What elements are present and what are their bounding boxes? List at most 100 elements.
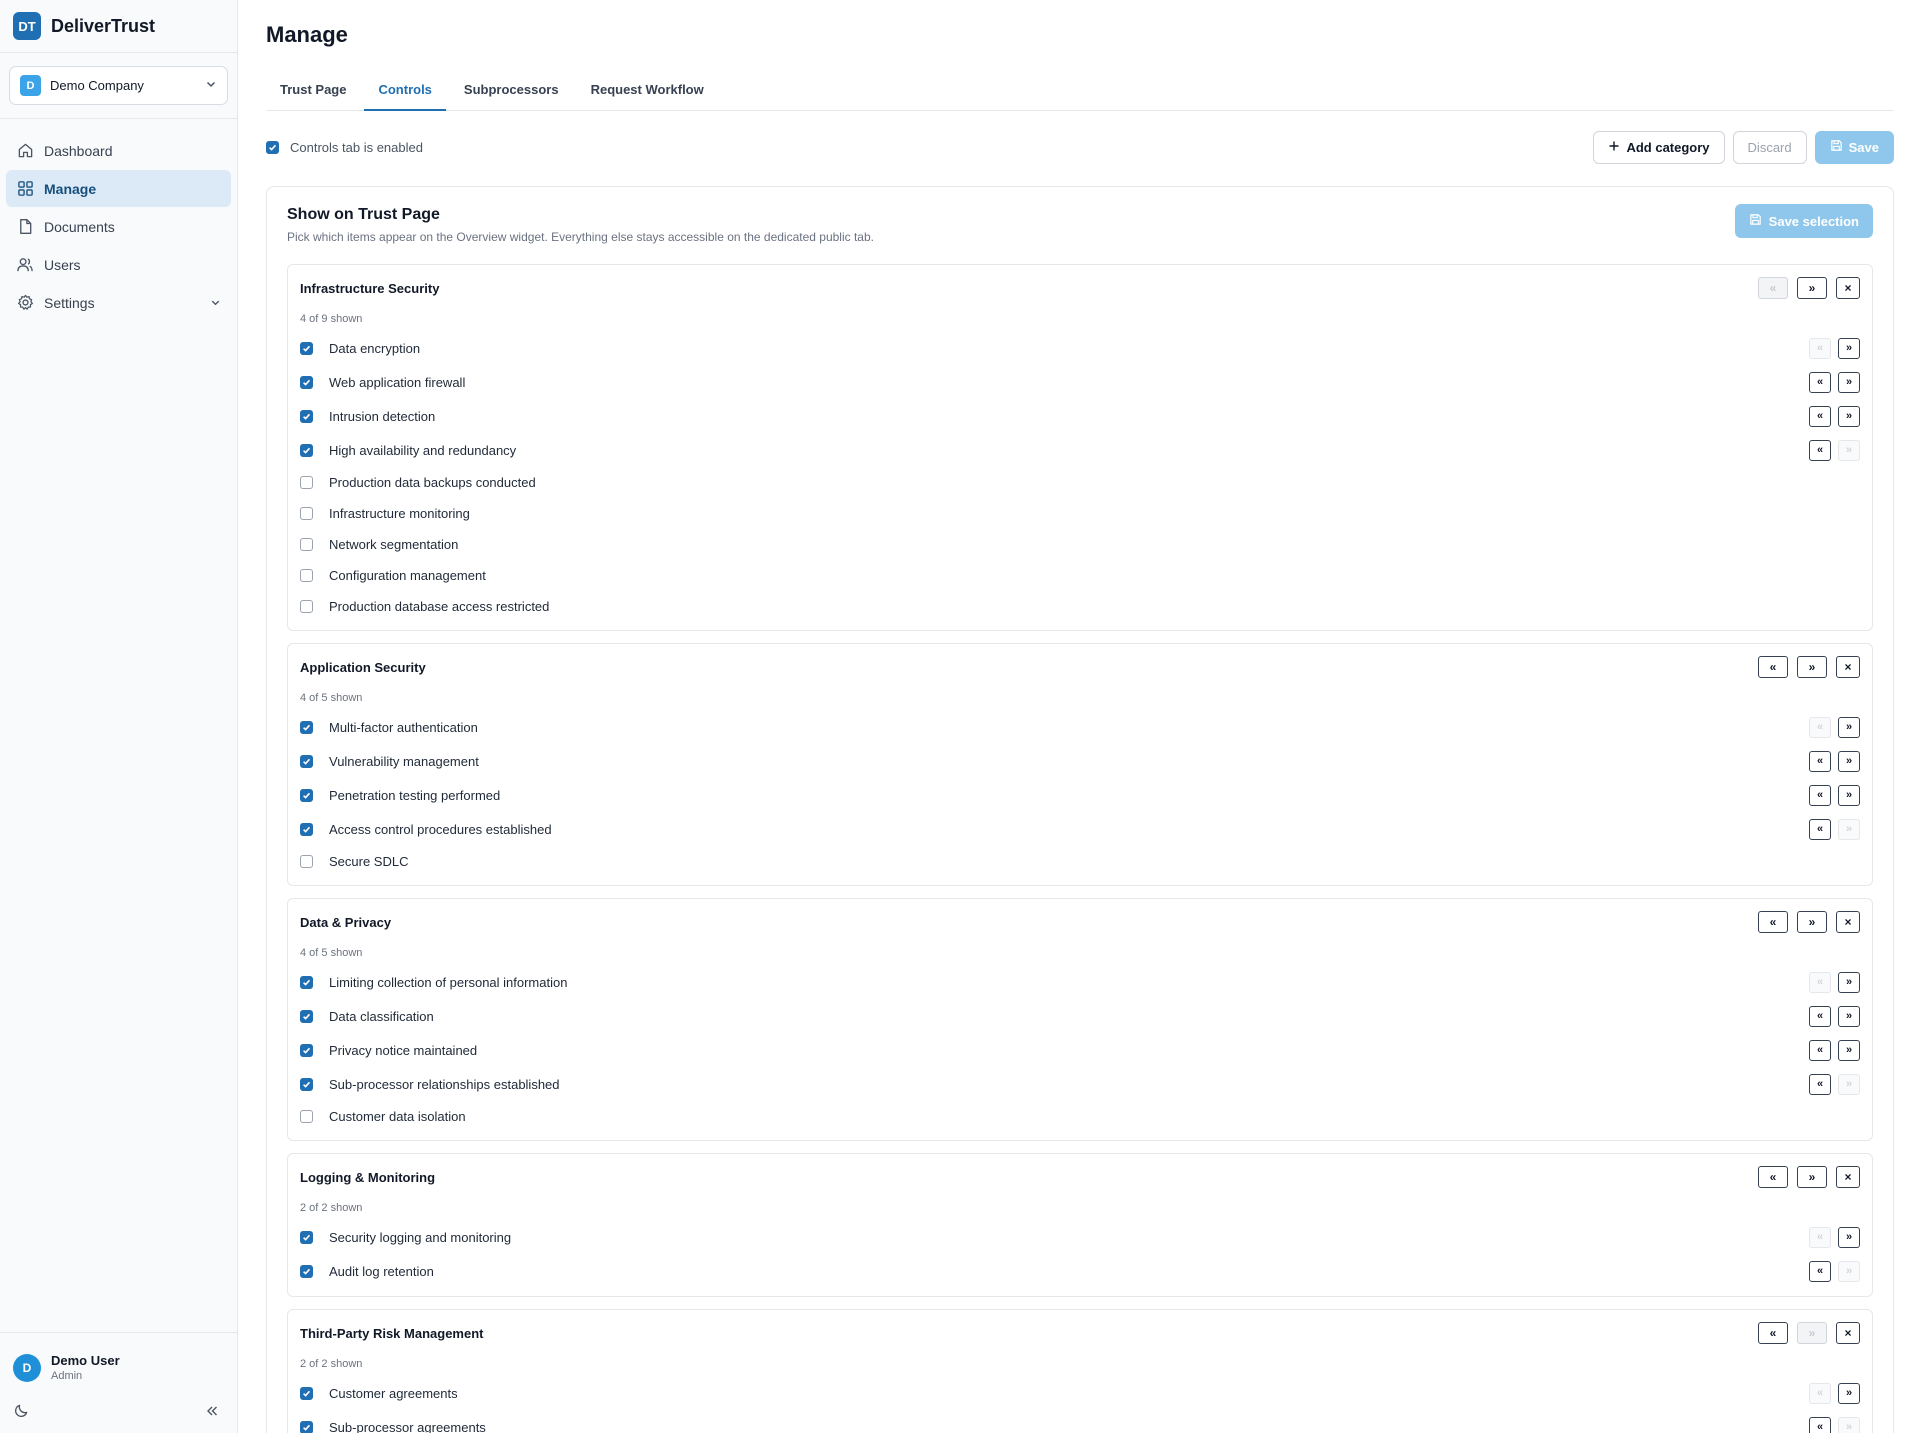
brand[interactable]: DT DeliverTrust (0, 0, 237, 53)
move-item-up-button[interactable]: « (1809, 405, 1831, 427)
move-item-down-button[interactable]: » (1838, 716, 1860, 738)
control-item-checkbox[interactable] (300, 1043, 313, 1057)
collapse-sidebar-icon[interactable] (205, 1404, 219, 1423)
moon-icon[interactable] (14, 1403, 29, 1423)
sidebar-item-settings[interactable]: Settings (6, 284, 231, 321)
user-profile[interactable]: D Demo User Admin (0, 1332, 237, 1382)
item-actions: «» (1809, 1416, 1860, 1433)
item-actions: «» (1809, 971, 1860, 993)
move-item-up-button[interactable]: « (1809, 716, 1831, 738)
control-item-checkbox[interactable] (300, 538, 313, 551)
move-item-down-button[interactable]: » (1838, 439, 1860, 461)
control-item-checkbox[interactable] (300, 1386, 313, 1400)
save-selection-button[interactable]: Save selection (1734, 204, 1873, 238)
move-item-down-button[interactable]: » (1838, 1226, 1860, 1248)
control-item-checkbox[interactable] (300, 788, 313, 802)
move-item-up-button[interactable]: « (1809, 439, 1831, 461)
move-item-down-button[interactable]: » (1838, 1382, 1860, 1404)
control-item-checkbox[interactable] (300, 375, 313, 389)
move-item-down-button[interactable]: » (1838, 750, 1860, 772)
sidebar-item-documents[interactable]: Documents (6, 208, 231, 245)
move-item-up-button[interactable]: « (1809, 818, 1831, 840)
remove-category-button[interactable]: × (1836, 1322, 1860, 1344)
add-category-button[interactable]: Add category (1593, 130, 1725, 164)
move-item-up-button[interactable]: « (1809, 1005, 1831, 1027)
control-item-checkbox[interactable] (300, 507, 313, 520)
move-item-up-button[interactable]: « (1809, 1226, 1831, 1248)
move-item-up-button[interactable]: « (1809, 750, 1831, 772)
control-item-row: Infrastructure monitoring (300, 498, 1860, 529)
remove-category-button[interactable]: × (1836, 1166, 1860, 1188)
move-item-down-button[interactable]: » (1838, 371, 1860, 393)
move-item-up-button[interactable]: « (1809, 1382, 1831, 1404)
remove-category-button[interactable]: × (1836, 277, 1860, 299)
move-item-up-button[interactable]: « (1809, 1039, 1831, 1061)
move-category-up-button[interactable]: « (1758, 656, 1788, 678)
move-category-down-button[interactable]: » (1797, 277, 1827, 299)
item-actions: «» (1809, 1382, 1860, 1404)
category-title: Infrastructure Security (300, 280, 440, 296)
item-actions: «» (1809, 439, 1860, 461)
move-item-down-button[interactable]: » (1838, 818, 1860, 840)
sidebar-item-users[interactable]: Users (6, 246, 231, 283)
sidebar-item-dashboard[interactable]: Dashboard (6, 132, 231, 169)
move-item-down-button[interactable]: » (1838, 784, 1860, 806)
tab-controls[interactable]: Controls (364, 72, 446, 111)
move-item-down-button[interactable]: » (1838, 1416, 1860, 1433)
control-item-checkbox[interactable] (300, 476, 313, 489)
control-item-checkbox[interactable] (300, 1264, 313, 1278)
control-item-checkbox[interactable] (300, 975, 313, 989)
tab-trust-page[interactable]: Trust Page (266, 72, 360, 111)
move-item-down-button[interactable]: » (1838, 1260, 1860, 1282)
control-item-checkbox[interactable] (300, 1110, 313, 1123)
control-item-checkbox[interactable] (300, 1420, 313, 1433)
move-category-down-button[interactable]: » (1797, 656, 1827, 678)
category-card-padding (300, 1132, 1860, 1140)
control-item-checkbox[interactable] (300, 855, 313, 868)
move-item-up-button[interactable]: « (1809, 1416, 1831, 1433)
control-item-checkbox[interactable] (300, 569, 313, 582)
company-selector[interactable]: D Demo Company (9, 66, 228, 105)
move-category-down-button[interactable]: » (1797, 911, 1827, 933)
control-item-checkbox[interactable] (300, 822, 313, 836)
move-category-up-button[interactable]: « (1758, 277, 1788, 299)
move-category-down-button[interactable]: » (1797, 1166, 1827, 1188)
tab-request-workflow[interactable]: Request Workflow (577, 72, 718, 111)
control-item-checkbox[interactable] (300, 341, 313, 355)
move-category-up-button[interactable]: « (1758, 1166, 1788, 1188)
control-item-checkbox[interactable] (300, 1009, 313, 1023)
remove-category-button[interactable]: × (1836, 911, 1860, 933)
move-item-up-button[interactable]: « (1809, 971, 1831, 993)
move-category-up-button[interactable]: « (1758, 1322, 1788, 1344)
discard-button[interactable]: Discard (1732, 130, 1807, 164)
move-item-down-button[interactable]: » (1838, 971, 1860, 993)
category-header: Application Security « » × (300, 644, 1860, 678)
tab-subprocessors[interactable]: Subprocessors (450, 72, 573, 111)
move-item-up-button[interactable]: « (1809, 1260, 1831, 1282)
control-item-checkbox[interactable] (300, 1230, 313, 1244)
move-item-down-button[interactable]: » (1838, 1039, 1860, 1061)
move-item-down-button[interactable]: » (1838, 1073, 1860, 1095)
control-item-row: Privacy notice maintained «» (300, 1033, 1860, 1067)
control-item-label: Network segmentation (329, 537, 459, 552)
control-item-checkbox[interactable] (300, 720, 313, 734)
move-item-up-button[interactable]: « (1809, 371, 1831, 393)
move-item-down-button[interactable]: » (1838, 405, 1860, 427)
remove-category-button[interactable]: × (1836, 656, 1860, 678)
move-item-down-button[interactable]: » (1838, 1005, 1860, 1027)
move-item-up-button[interactable]: « (1809, 1073, 1831, 1095)
sidebar-item-manage[interactable]: Manage (6, 170, 231, 207)
move-item-up-button[interactable]: « (1809, 337, 1831, 359)
controls-enabled-checkbox[interactable] (266, 140, 279, 154)
save-button[interactable]: Save (1814, 130, 1894, 164)
move-item-down-button[interactable]: » (1838, 337, 1860, 359)
control-item-checkbox[interactable] (300, 443, 313, 457)
sidebar-item-label: Manage (44, 180, 97, 197)
control-item-checkbox[interactable] (300, 600, 313, 613)
control-item-checkbox[interactable] (300, 1077, 313, 1091)
control-item-checkbox[interactable] (300, 409, 313, 423)
control-item-checkbox[interactable] (300, 754, 313, 768)
move-category-up-button[interactable]: « (1758, 911, 1788, 933)
move-category-down-button[interactable]: » (1797, 1322, 1827, 1344)
move-item-up-button[interactable]: « (1809, 784, 1831, 806)
